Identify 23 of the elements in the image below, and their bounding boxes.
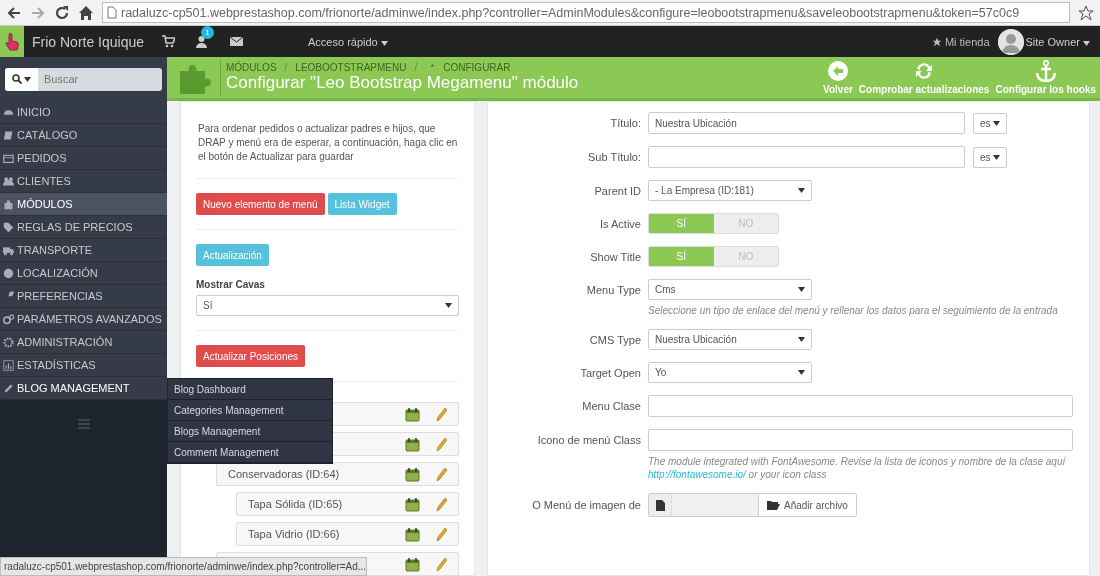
breadcrumb-separator: / xyxy=(284,62,288,73)
field-label: Menu Clase xyxy=(581,400,641,412)
page-title: Configurar "Leo Bootstrap Megamenu" módulo xyxy=(226,73,579,93)
tree-row-label: Tapa Vidrio (ID:66) xyxy=(248,528,341,540)
notification-badge: 1 xyxy=(201,26,214,39)
field-label: Show Title xyxy=(589,250,641,263)
field-label: Is Active xyxy=(599,217,641,230)
field-label: CMS Type xyxy=(588,333,641,346)
breadcrumb-separator: / xyxy=(414,62,418,73)
tree-row-label: Conservadoras (ID:64) xyxy=(228,468,341,480)
field-label: Parent ID xyxy=(593,184,641,197)
field-label: Título: xyxy=(609,117,641,129)
link-status-tooltip: radaluzc-cp501.webprestashop.com/frionorte/adminwe/index.php?controller=Ad... xyxy=(0,557,367,576)
field-label: Mostrar Cavas xyxy=(196,279,266,290)
field-label: Icono de menú Class xyxy=(536,434,641,446)
field-label: Sub Título: xyxy=(587,151,641,163)
field-label: Menu Type xyxy=(585,283,641,296)
help-text: Seleccione un tipo de enlace del menú y rellenar los datos para el seguimiento de la entrada xyxy=(648,304,1059,317)
field-label: Target Open xyxy=(579,366,641,379)
help-text: The module integrated with FontAwesome. Revise la lista de iconos y nombre de la clase aquí http://fontawesome.io/ or your icon class xyxy=(648,455,1067,481)
tree-row-label: Tapa Sólida (ID:65) xyxy=(248,498,344,510)
field-label: O Menú de imagen de xyxy=(531,499,641,511)
help-text: Para ordenar pedidos o actualizar padres e hijos, que DRAP y menú era de esperar, a continuación, haga clic en el botón de Actualizar para guardar xyxy=(198,122,459,164)
